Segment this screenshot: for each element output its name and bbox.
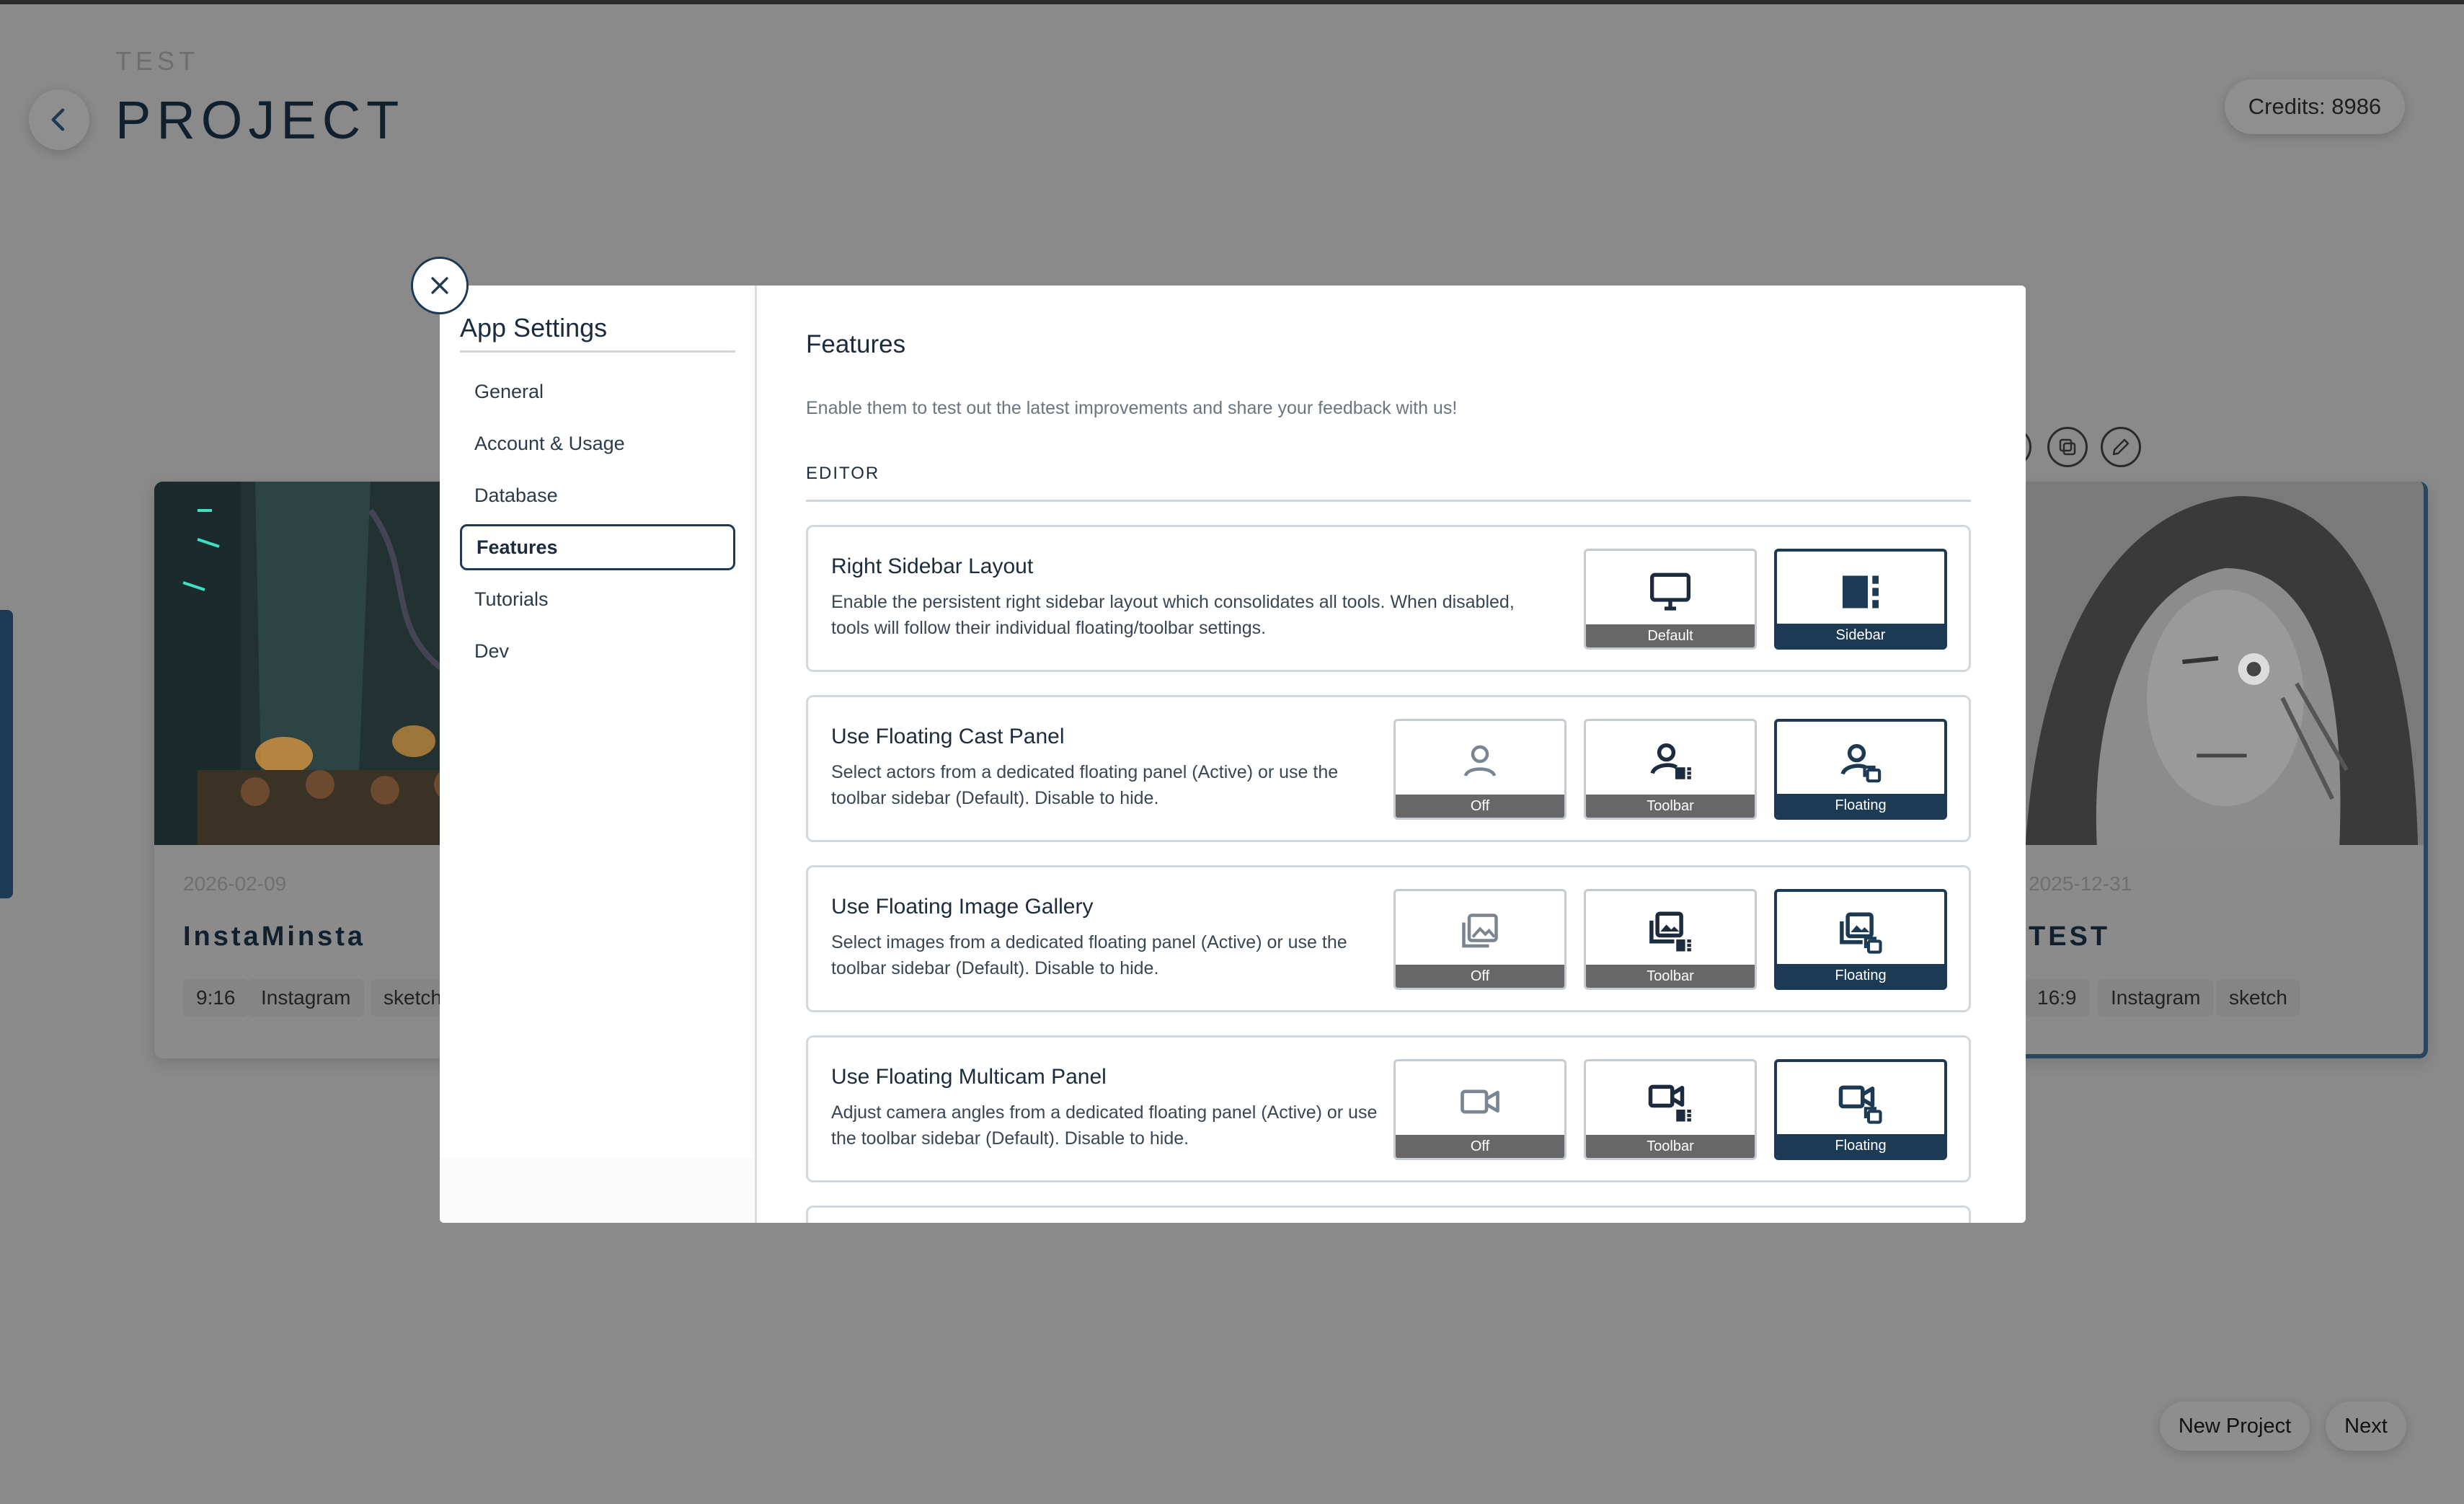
- option-label: Toolbar: [1586, 1135, 1755, 1158]
- option-group: Off Toolbar Floating: [1393, 889, 1947, 990]
- next-button[interactable]: Next: [2326, 1402, 2406, 1451]
- option-floating[interactable]: Floating: [1774, 889, 1947, 990]
- option-toolbar[interactable]: Toolbar: [1584, 719, 1757, 820]
- duplicate-icon: [2059, 438, 2076, 456]
- option-toolbar[interactable]: Toolbar: [1584, 889, 1757, 990]
- option-label: Floating: [1777, 1134, 1944, 1157]
- left-edge-accent: [0, 610, 13, 898]
- option-label: Floating: [1777, 964, 1944, 987]
- camera-toolbar-icon: [1648, 1084, 1691, 1122]
- nav-item-tutorials[interactable]: Tutorials: [460, 576, 735, 622]
- option-sidebar[interactable]: Sidebar: [1774, 549, 1947, 650]
- camera-outline-icon: [1461, 1089, 1499, 1114]
- option-toolbar[interactable]: Toolbar: [1584, 1059, 1757, 1160]
- option-label: Off: [1396, 1135, 1564, 1158]
- sidebar-layout-icon: [1843, 575, 1879, 609]
- card-name: InstaMinsta: [183, 921, 366, 952]
- app-settings-modal: App Settings General Account & Usage Dat…: [440, 286, 2026, 1223]
- nav-item-database[interactable]: Database: [460, 472, 735, 518]
- nav-item-general[interactable]: General: [460, 368, 735, 415]
- person-toolbar-icon: [1650, 743, 1691, 779]
- features-panel: Features Enable them to test out the lat…: [757, 286, 2026, 1223]
- option-off[interactable]: Off: [1393, 889, 1566, 990]
- tag: 16:9: [2024, 979, 2090, 1017]
- option-default[interactable]: Default: [1584, 549, 1757, 650]
- option-group: Off Toolbar Floating: [1393, 719, 1947, 820]
- option-group: Off Toolbar Floating: [1393, 1059, 1947, 1160]
- feature-row: Use Floating Cast Panel Select actors fr…: [806, 695, 1971, 842]
- option-label: Toolbar: [1586, 965, 1755, 988]
- section-header-editor: EDITOR: [806, 464, 1971, 502]
- section-subtitle: Enable them to test out the latest impro…: [806, 398, 1458, 418]
- feature-description: Enable the persistent right sidebar layo…: [831, 592, 1515, 638]
- section-title: Features: [806, 330, 906, 358]
- nav-item-features[interactable]: Features: [460, 524, 735, 570]
- card-name: TEST: [2029, 921, 2111, 952]
- settings-title: App Settings: [460, 313, 735, 353]
- back-button[interactable]: [29, 89, 89, 150]
- sidebar-footer: [440, 1158, 755, 1223]
- option-off[interactable]: Off: [1393, 1059, 1566, 1160]
- option-label: Off: [1396, 795, 1564, 818]
- option-label: Default: [1586, 624, 1755, 647]
- feature-row: Use Floating Multicam Panel Adjust camer…: [806, 1035, 1971, 1182]
- settings-sidebar: App Settings General Account & Usage Dat…: [440, 286, 757, 1223]
- card-date: 2025-12-31: [2029, 872, 2132, 895]
- option-label: Floating: [1777, 794, 1944, 817]
- feature-description: Select actors from a dedicated floating …: [831, 762, 1339, 808]
- tag: Instagram: [2098, 979, 2214, 1017]
- feature-description: Adjust camera angles from a dedicated fl…: [831, 1102, 1378, 1149]
- feature-row-partial: [806, 1206, 1971, 1223]
- settings-nav: General Account & Usage Database Feature…: [460, 368, 735, 674]
- project-card-selected[interactable]: 2025-12-31 TEST 16:9 Instagram sketch: [2011, 482, 2428, 1058]
- gallery-floating-icon: [1840, 912, 1882, 954]
- feature-row: Use Floating Image Gallery Select images…: [806, 865, 1971, 1012]
- page-title: PROJECT: [115, 90, 405, 150]
- gallery-toolbar-icon: [1649, 911, 1691, 952]
- tag: Instagram: [248, 979, 364, 1017]
- chevron-left-icon: [51, 108, 65, 131]
- option-label: Off: [1396, 965, 1564, 988]
- new-project-button[interactable]: New Project: [2160, 1402, 2310, 1451]
- tag: 9:16: [183, 979, 249, 1017]
- close-modal-button[interactable]: [411, 257, 469, 314]
- feature-description: Select images from a dedicated floating …: [831, 932, 1347, 978]
- camera-floating-icon: [1838, 1085, 1882, 1124]
- feature-title: Right Sidebar Layout: [831, 554, 1034, 578]
- project-thumbnail: [2011, 482, 2424, 845]
- option-label: Toolbar: [1586, 795, 1755, 818]
- option-floating[interactable]: Floating: [1774, 1059, 1947, 1160]
- tag: sketch: [2216, 979, 2300, 1017]
- option-off[interactable]: Off: [1393, 719, 1566, 820]
- option-group: Default Sidebar: [1584, 549, 1947, 650]
- feature-title: Use Floating Cast Panel: [831, 725, 1065, 748]
- gallery-outline-icon: [1462, 914, 1498, 948]
- project-supertitle: TEST: [115, 46, 200, 76]
- close-icon: [431, 277, 448, 294]
- monitor-icon: [1650, 572, 1690, 611]
- pencil-icon: [2112, 438, 2130, 456]
- card-date: 2026-02-09: [183, 872, 287, 895]
- person-floating-icon: [1840, 743, 1882, 783]
- person-outline-icon: [1463, 745, 1497, 777]
- option-floating[interactable]: Floating: [1774, 719, 1947, 820]
- option-label: Sidebar: [1777, 624, 1944, 647]
- feature-title: Use Floating Image Gallery: [831, 895, 1094, 919]
- duplicate-button[interactable]: [2047, 427, 2088, 467]
- nav-item-account-usage[interactable]: Account & Usage: [460, 420, 735, 466]
- feature-title: Use Floating Multicam Panel: [831, 1065, 1107, 1089]
- credits-badge: Credits: 8986: [2225, 79, 2405, 134]
- nav-item-dev[interactable]: Dev: [460, 628, 735, 674]
- feature-row: Right Sidebar Layout Enable the persiste…: [806, 525, 1971, 672]
- edit-button[interactable]: [2101, 427, 2141, 467]
